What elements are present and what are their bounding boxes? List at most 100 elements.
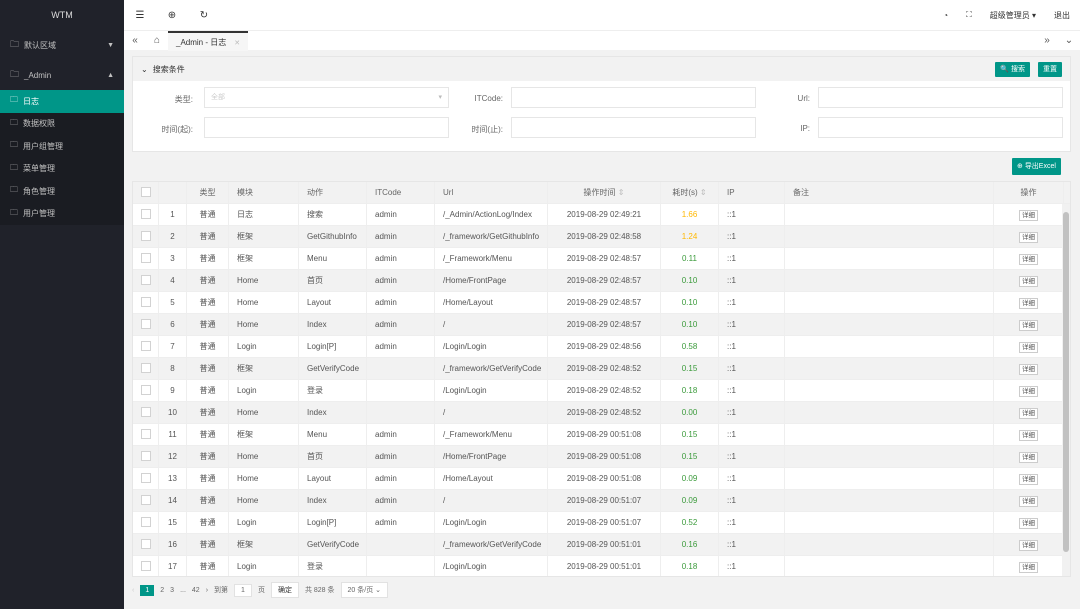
row-checkbox[interactable] [141,451,151,462]
table-row: 9 普通 Login 登录/Login/Login 2019-08-29 02:48:5… [133,379,1070,402]
page-1[interactable]: 1 [140,584,155,596]
detail-button[interactable]: 详细 [1019,341,1038,353]
reset-button[interactable]: 重置 [1038,61,1062,77]
sidebar-item-label: 用户管理 [23,209,55,219]
row-checkbox[interactable] [141,495,151,506]
row-checkbox[interactable] [141,473,151,484]
detail-button[interactable]: 详细 [1019,363,1038,375]
tab-admin-log[interactable]: _Admin - 日志 ✕ [168,30,249,51]
detail-button[interactable]: 详细 [1019,429,1038,441]
row-checkbox[interactable] [141,341,151,352]
detail-button[interactable]: 详细 [1019,407,1038,419]
table-cell: Login[P] [299,511,367,534]
sidebar-item[interactable]: 🗀 用户组管理 [0,135,124,158]
detail-button[interactable]: 详细 [1019,451,1038,463]
chevron-down-icon[interactable]: ⌄ [1058,35,1080,46]
row-checkbox[interactable] [141,253,151,264]
cell-value: 普通 [199,209,216,219]
user-menu[interactable]: 超级管理员 ▾ [990,10,1036,21]
row-checkbox[interactable] [141,363,151,374]
ip-input[interactable] [818,117,1063,138]
row-checkbox[interactable] [141,209,151,220]
sort-icon[interactable]: ⇕ [700,188,707,197]
tabs-scroll-right-icon[interactable]: » [1036,35,1058,46]
remark-cell [785,379,994,402]
search-button[interactable]: 🔍 搜索 [995,61,1030,77]
tabs-scroll-left-icon[interactable]: « [124,35,146,46]
home-icon[interactable]: ⌂ [146,35,168,46]
goto-page-input[interactable]: 1 [234,583,252,597]
row-checkbox[interactable] [141,429,151,440]
row-checkbox[interactable] [141,407,151,418]
goto-confirm-button[interactable]: 确定 [270,582,299,598]
sidebar-item[interactable]: 🗀 菜单管理 [0,157,124,180]
start-time-input[interactable] [204,117,449,138]
detail-button[interactable]: 详细 [1019,319,1038,331]
cell-value: 0.15 [681,429,698,439]
detail-button[interactable]: 详细 [1019,539,1038,551]
cell-value: ::1 [727,385,736,395]
close-icon[interactable]: ✕ [234,40,240,47]
remark-cell [785,335,994,358]
select-all-checkbox[interactable] [141,187,151,198]
header-label: 动作 [307,187,323,197]
prev-page-icon[interactable]: ‹ [132,587,134,594]
sidebar-item[interactable]: 🗀 角色管理 [0,180,124,203]
table-scrollbar[interactable] [1062,204,1070,576]
refresh-icon[interactable]: ↻ [188,10,220,21]
sidebar-item[interactable]: 🗀 日志 [0,90,124,113]
row-checkbox[interactable] [141,319,151,330]
row-checkbox[interactable] [141,275,151,286]
detail-button[interactable]: 详细 [1019,517,1038,529]
remark-cell [785,555,994,576]
sidebar-item[interactable]: 🗀 用户管理 [0,202,124,225]
row-checkbox[interactable] [141,561,151,572]
row-checkbox[interactable] [141,385,151,396]
detail-button[interactable]: 详细 [1019,561,1038,573]
cell-value: Home [237,495,259,505]
type-select[interactable]: 全部 ▾ [204,87,449,108]
sidebar-group-default[interactable]: 🗀 默认区域 ▼ [0,30,124,60]
group-label: _Admin [24,70,52,80]
scrollbar-thumb[interactable] [1063,212,1069,552]
fullscreen-icon[interactable]: ⛶ [966,10,972,20]
action-cell: 详细 [994,489,1064,512]
collapse-icon[interactable]: ⌄ [141,65,148,74]
row-checkbox[interactable] [141,539,151,550]
sort-icon[interactable]: ⇕ [618,188,625,197]
detail-button[interactable]: 详细 [1019,385,1038,397]
cell-value: 普通 [199,561,216,571]
globe-icon[interactable]: ⊕ [156,10,188,21]
end-time-input[interactable] [511,117,756,138]
page-42[interactable]: 42 [192,587,200,594]
itcode-input[interactable] [511,87,756,108]
cell-value: ::1 [727,209,736,219]
next-page-icon[interactable]: › [206,587,208,594]
export-excel-button[interactable]: ⊕ 导出Excel [1012,158,1061,175]
detail-button[interactable]: 详细 [1019,253,1038,265]
cell-value: 0.52 [681,517,698,527]
row-checkbox[interactable] [141,517,151,528]
detail-button[interactable]: 详细 [1019,473,1038,485]
cell-value: 登录 [307,561,323,571]
detail-button[interactable]: 详细 [1019,275,1038,287]
page-3[interactable]: 3 [170,587,174,594]
url-input[interactable] [818,87,1063,108]
detail-button[interactable]: 详细 [1019,495,1038,507]
table-cell: ::1 [719,335,785,358]
detail-button[interactable]: 详细 [1019,297,1038,309]
header-cell[interactable]: 耗时(s) ⇕ [661,182,719,204]
menu-toggle-icon[interactable]: ☰ [124,10,156,21]
logout-link[interactable]: 退出 [1054,10,1070,21]
sidebar-item[interactable]: 🗀 数据权限 [0,112,124,135]
theme-icon[interactable]: ◔ [943,11,948,20]
cell-value: Layout [307,473,332,483]
page-2[interactable]: 2 [160,587,164,594]
sidebar-group-admin[interactable]: 🗀 _Admin ▲ [0,60,124,90]
detail-button[interactable]: 详细 [1019,209,1038,221]
detail-button[interactable]: 详细 [1019,231,1038,243]
page-size-select[interactable]: 20 条/页 ⌄ [340,582,389,598]
header-cell[interactable]: 操作时间 ⇕ [548,182,661,204]
row-checkbox[interactable] [141,297,151,308]
row-checkbox[interactable] [141,231,151,242]
